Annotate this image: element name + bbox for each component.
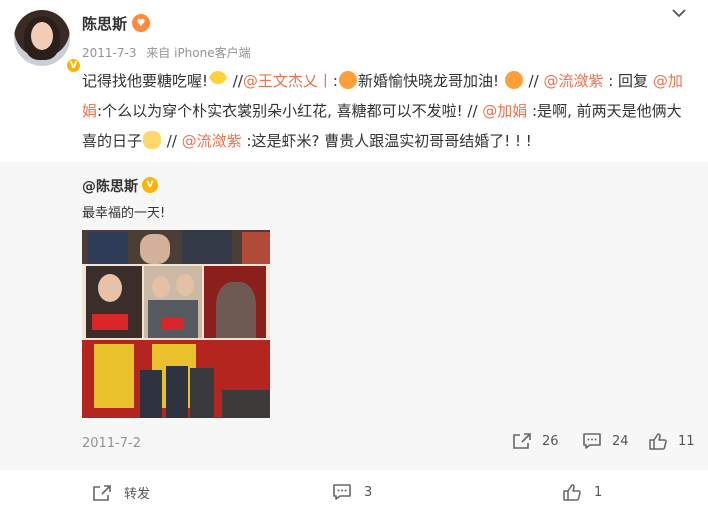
grin-emoji-icon: [209, 71, 228, 89]
hide-face-emoji-icon: [143, 131, 162, 149]
love-emoji-icon: ♥: [132, 14, 150, 32]
retweeted-post[interactable]: @陈思斯 V 最幸福的一天! 2011-7-2 26 24 11: [0, 162, 708, 470]
mention-link[interactable]: @王文杰乂丨: [243, 72, 333, 90]
chevron-down-icon[interactable]: [671, 6, 687, 20]
post-text-segment: //: [162, 132, 182, 150]
retweet-share-count: 26: [542, 433, 559, 449]
comment-icon: [333, 484, 351, 500]
share-icon: [93, 484, 111, 501]
like-count: 1: [594, 484, 603, 500]
repost-button[interactable]: 转发: [92, 483, 150, 502]
retweet-date[interactable]: 2011-7-2: [82, 436, 141, 451]
retweet-comment-button[interactable]: 24: [582, 432, 629, 450]
post-text-segment: //: [228, 72, 243, 90]
post-date[interactable]: 2011-7-3: [82, 46, 136, 60]
username[interactable]: 陈思斯: [82, 13, 127, 34]
verified-v-icon: V: [142, 177, 158, 193]
avatar[interactable]: V: [14, 10, 82, 74]
post-text-segment: 新婚愉快晓龙哥加油!: [357, 72, 504, 90]
verified-v-icon: V: [65, 57, 82, 74]
post-source: 来自 iPhone客户端: [146, 46, 251, 60]
retweet-share-button[interactable]: 26: [512, 432, 559, 450]
post-text-segment: : 回复: [603, 72, 653, 90]
retweet-username[interactable]: @陈思斯: [82, 176, 138, 196]
like-button[interactable]: 1: [562, 483, 602, 501]
retweet-comment-count: 24: [612, 433, 629, 449]
laugh-emoji-icon: [338, 71, 357, 89]
retweet-like-count: 11: [678, 433, 695, 449]
comment-icon: [583, 433, 601, 449]
mention-link[interactable]: @加娟: [482, 102, 527, 120]
laugh-emoji-icon: [504, 71, 523, 89]
comment-count: 3: [364, 484, 373, 500]
post-text-segment: //: [523, 72, 544, 90]
post-text-segment: 记得找他要糖吃喔!: [82, 72, 209, 90]
repost-label: 转发: [124, 487, 151, 502]
retweet-like-button[interactable]: 11: [648, 432, 695, 450]
post-text: 记得找他要糖吃喔! //@王文杰乂丨: 新婚愉快晓龙哥加油! // @流潋紫 : …: [82, 66, 692, 156]
share-icon: [513, 433, 531, 449]
mention-link[interactable]: @流潋紫: [182, 132, 242, 150]
post-text-segment: :个么以为穿个朴实衣裳别朵小红花, 喜糖都可以不发啦! //: [97, 102, 483, 120]
thumbs-up-icon: [649, 433, 667, 450]
retweet-text: 最幸福的一天!: [82, 206, 166, 221]
weibo-post-card: V 陈思斯 ♥ 2011-7-3 来自 iPhone客户端 记得找他要糖吃喔! …: [0, 0, 708, 510]
thumbs-up-icon: [563, 484, 581, 501]
post-text-segment: :: [332, 72, 338, 90]
mention-link[interactable]: @流潋紫: [543, 72, 603, 90]
wedding-photo-collage[interactable]: [82, 230, 270, 418]
post-text-segment: :这是虾米? 曹贵人跟温实初哥哥结婚了! ! !: [241, 132, 532, 150]
post-meta: 2011-7-3 来自 iPhone客户端: [82, 44, 257, 61]
comment-button[interactable]: 3: [332, 483, 372, 501]
